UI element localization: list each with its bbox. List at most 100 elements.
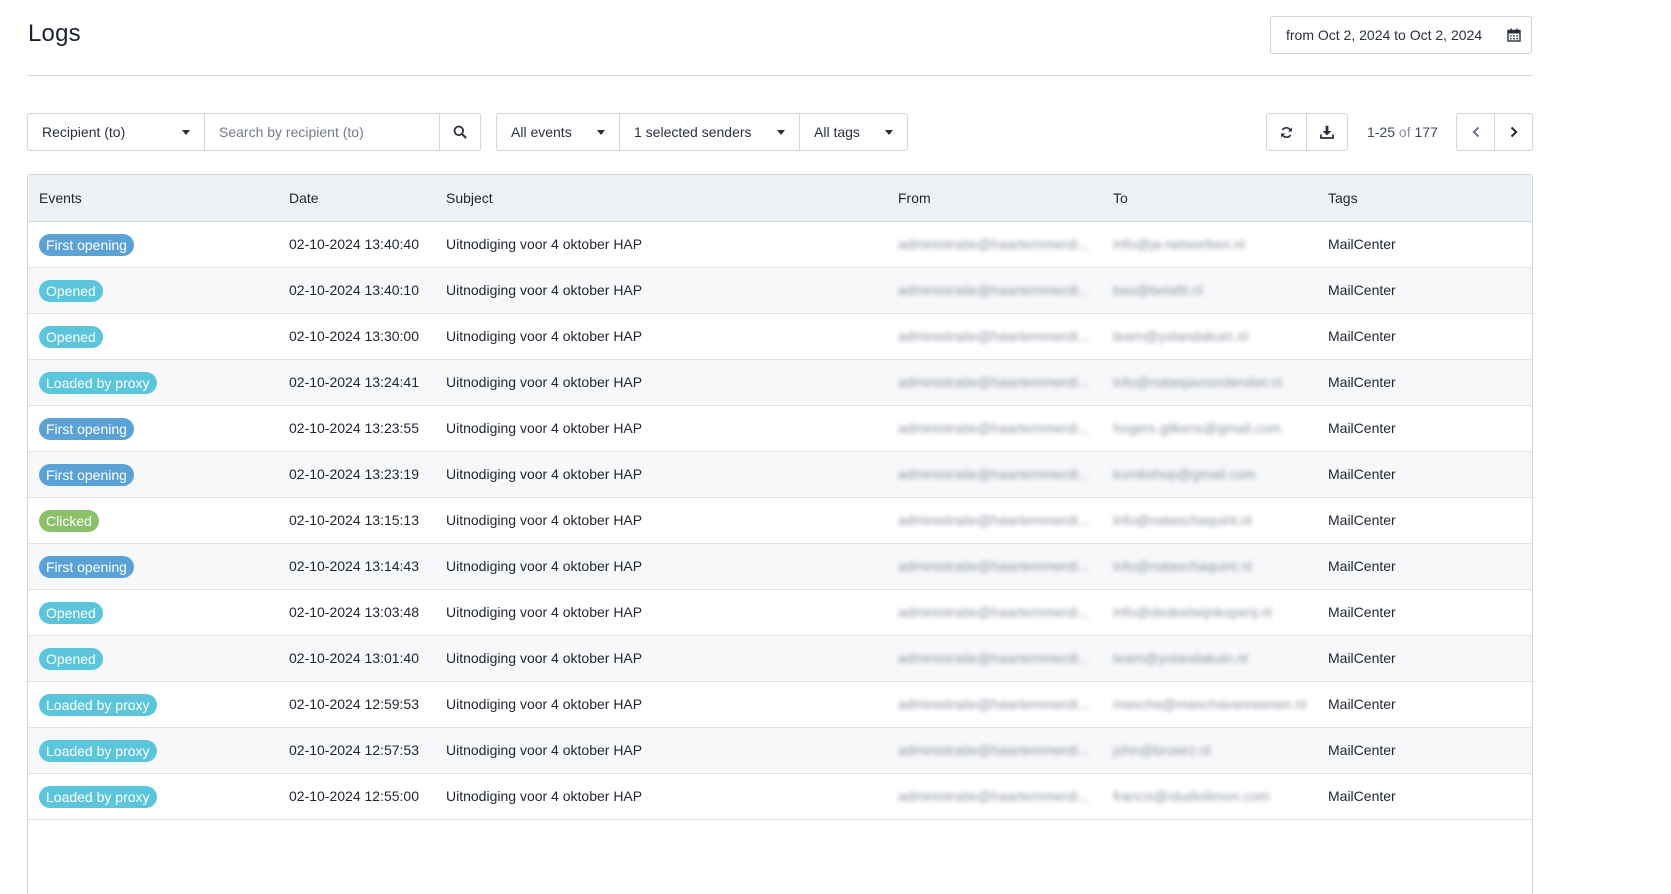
senders-select-label: 1 selected senders (634, 124, 752, 140)
from-cell: administratie@haartemmerdi... (898, 374, 1090, 390)
date-cell: 02-10-2024 13:14:43 (289, 558, 419, 574)
table-row[interactable]: Opened 02-10-2024 13:03:48 Uitnodiging voo… (28, 590, 1532, 636)
table-row[interactable]: First opening 02-10-2024 13:14:43 Uitnodig… (28, 544, 1532, 590)
tags-cell: MailCenter (1328, 558, 1396, 574)
subject-cell: Uitnodiging voor 4 oktober HAP (446, 282, 643, 298)
download-icon (1320, 125, 1334, 139)
search-button[interactable] (439, 113, 481, 151)
date-cell: 02-10-2024 13:15:13 (289, 512, 419, 528)
previous-page-button[interactable] (1456, 113, 1495, 151)
tags-cell: MailCenter (1328, 466, 1396, 482)
events-select[interactable]: All events (496, 113, 620, 151)
to-cell: hogers.gilkens@gmail.com (1113, 420, 1282, 436)
senders-select[interactable]: 1 selected senders (619, 113, 800, 151)
subject-cell: Uitnodiging voor 4 oktober HAP (446, 236, 643, 252)
column-header-events[interactable]: Events (39, 190, 82, 206)
subject-cell: Uitnodiging voor 4 oktober HAP (446, 512, 643, 528)
subject-cell: Uitnodiging voor 4 oktober HAP (446, 696, 643, 712)
tags-cell: MailCenter (1328, 420, 1396, 436)
column-header-tags[interactable]: Tags (1328, 190, 1358, 206)
pagination-info: 1-25 of 177 (1367, 124, 1438, 140)
refresh-icon (1280, 126, 1293, 139)
table-row[interactable]: Loaded by proxy 02-10-2024 12:55:00 Uitnod… (28, 774, 1532, 820)
table-row[interactable]: Loaded by proxy 02-10-2024 12:59:53 Uitnod… (28, 682, 1532, 728)
date-range-label: from Oct 2, 2024 to Oct 2, 2024 (1286, 27, 1483, 43)
search-input-wrap (205, 113, 440, 151)
table-row[interactable]: Clicked 02-10-2024 13:15:13 Uitnodiging vo… (28, 498, 1532, 544)
table-row[interactable]: Loaded by proxy 02-10-2024 13:24:41 Uitnod… (28, 360, 1532, 406)
logs-table: Events Date Subject From To Tags First o… (27, 174, 1533, 894)
date-cell: 02-10-2024 12:59:53 (289, 696, 419, 712)
to-cell: info@nataschaquint.nl (1113, 558, 1252, 574)
event-badge: First opening (39, 418, 134, 440)
tags-cell: MailCenter (1328, 374, 1396, 390)
download-button[interactable] (1306, 113, 1348, 151)
caret-down-icon (182, 130, 190, 135)
event-badge: First opening (39, 556, 134, 578)
refresh-button[interactable] (1266, 113, 1307, 151)
event-badge: First opening (39, 234, 134, 256)
logs-page: Logs from Oct 2, 2024 to Oct 2, 2024 Rec… (0, 0, 1568, 894)
event-badge: First opening (39, 464, 134, 486)
column-header-to[interactable]: To (1113, 190, 1128, 206)
subject-cell: Uitnodiging voor 4 oktober HAP (446, 650, 643, 666)
tags-select[interactable]: All tags (799, 113, 908, 151)
event-badge: Opened (39, 326, 103, 348)
subject-cell: Uitnodiging voor 4 oktober HAP (446, 466, 643, 482)
table-row[interactable]: First opening 02-10-2024 13:23:19 Uitnodig… (28, 452, 1532, 498)
event-badge: Opened (39, 602, 103, 624)
column-header-date[interactable]: Date (289, 190, 319, 206)
event-badge: Opened (39, 648, 103, 670)
next-page-button[interactable] (1494, 113, 1533, 151)
search-input[interactable] (205, 113, 440, 151)
calendar-icon (1507, 28, 1521, 42)
from-cell: administratie@haartemmerdi... (898, 328, 1090, 344)
date-cell: 02-10-2024 13:23:55 (289, 420, 419, 436)
date-cell: 02-10-2024 13:01:40 (289, 650, 419, 666)
caret-down-icon (777, 130, 785, 135)
table-row[interactable]: First opening 02-10-2024 13:40:40 Uitnodig… (28, 222, 1532, 268)
from-cell: administratie@haartemmerdi... (898, 236, 1090, 252)
pagination-range: 1-25 (1367, 124, 1396, 140)
date-cell: 02-10-2024 13:40:10 (289, 282, 419, 298)
to-cell: team@yolandakuin.nl (1113, 328, 1248, 344)
tags-cell: MailCenter (1328, 512, 1396, 528)
date-cell: 02-10-2024 13:30:00 (289, 328, 419, 344)
subject-cell: Uitnodiging voor 4 oktober HAP (446, 374, 643, 390)
tags-cell: MailCenter (1328, 282, 1396, 298)
to-cell: info@dedeelwijnkoperij.nl (1113, 604, 1272, 620)
event-badge: Loaded by proxy (39, 372, 157, 394)
from-cell: administratie@haartemmerdi... (898, 788, 1090, 804)
header-divider (27, 75, 1533, 76)
to-cell: info@nataschaquint.nl (1113, 512, 1252, 528)
tags-cell: MailCenter (1328, 788, 1396, 804)
tags-cell: MailCenter (1328, 650, 1396, 666)
event-badge: Loaded by proxy (39, 694, 157, 716)
date-cell: 02-10-2024 12:57:53 (289, 742, 419, 758)
caret-down-icon (597, 130, 605, 135)
search-icon (453, 125, 467, 139)
table-row[interactable]: First opening 02-10-2024 13:23:55 Uitnodig… (28, 406, 1532, 452)
column-header-subject[interactable]: Subject (446, 190, 493, 206)
to-cell: francis@studiolimon.com (1113, 788, 1270, 804)
column-header-from[interactable]: From (898, 190, 931, 206)
event-badge: Loaded by proxy (39, 740, 157, 762)
to-cell: bas@betafit.nl (1113, 282, 1203, 298)
table-row[interactable]: Opened 02-10-2024 13:01:40 Uitnodiging voo… (28, 636, 1532, 682)
subject-cell: Uitnodiging voor 4 oktober HAP (446, 788, 643, 804)
table-row[interactable]: Loaded by proxy 02-10-2024 12:57:53 Uitnod… (28, 728, 1532, 774)
tags-select-label: All tags (814, 124, 860, 140)
to-cell: team@yolandakuin.nl (1113, 650, 1248, 666)
recipient-select-label: Recipient (to) (42, 124, 126, 140)
date-cell: 02-10-2024 12:55:00 (289, 788, 419, 804)
date-cell: 02-10-2024 13:03:48 (289, 604, 419, 620)
tags-cell: MailCenter (1328, 696, 1396, 712)
table-row[interactable]: Opened 02-10-2024 13:30:00 Uitnodiging voo… (28, 314, 1532, 360)
date-range-picker[interactable]: from Oct 2, 2024 to Oct 2, 2024 (1270, 16, 1532, 54)
chevron-left-icon (1471, 126, 1481, 138)
tags-cell: MailCenter (1328, 328, 1396, 344)
tags-cell: MailCenter (1328, 236, 1396, 252)
table-row[interactable]: Opened 02-10-2024 13:40:10 Uitnodiging voo… (28, 268, 1532, 314)
recipient-field-select[interactable]: Recipient (to) (27, 113, 205, 151)
from-cell: administratie@haartemmerdi... (898, 558, 1090, 574)
